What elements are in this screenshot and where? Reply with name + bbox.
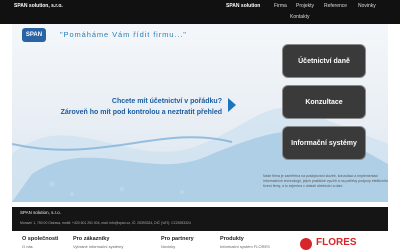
column-item-o-nas[interactable]: O nás: [22, 244, 33, 249]
span-logo[interactable]: SPAN: [22, 28, 46, 42]
headline-line-1: Chcete mít účetnictví v pořádku?: [111, 98, 222, 105]
nav-firma[interactable]: Firma: [274, 3, 287, 9]
flores-logo-text: FLORES: [316, 237, 357, 248]
footer-contact: Moravní 1, 750 00 Ostrava, mobil: +420 6…: [20, 221, 191, 225]
nav-novinky[interactable]: Novinky: [358, 3, 376, 9]
tile-ucetnictvi-dane[interactable]: Účetnictví daně: [282, 44, 366, 78]
nav-span-solution[interactable]: SPAN solution: [226, 3, 260, 9]
intro-text: Naše firma je zaměřena na poskytování sl…: [263, 174, 388, 188]
top-bar: SPAN solution, s.r.o. SPAN solution Firm…: [0, 0, 400, 24]
arrow-right-icon: [228, 98, 236, 112]
flower-icon: [300, 238, 312, 250]
tile-konzultace[interactable]: Konzultace: [282, 85, 366, 119]
nav-projekty[interactable]: Projekty: [296, 3, 314, 9]
column-item-vybrane-is[interactable]: Vybrané informační systémy: [73, 244, 123, 249]
nav-reference[interactable]: Reference: [324, 3, 347, 9]
column-title-produkty[interactable]: Produkty: [220, 236, 244, 242]
nav-kontakty[interactable]: Kontakty: [290, 14, 309, 20]
brand-name[interactable]: SPAN solution, s.r.o.: [14, 3, 63, 9]
hero-headline: Chcete mít účetnictví v pořádku? Zároveň…: [61, 96, 222, 118]
flores-logo[interactable]: FLORES: [300, 237, 390, 250]
page: SPAN solution, s.r.o. SPAN solution Firm…: [0, 0, 400, 250]
headline-line-2: Zároveň ho mít pod kontrolou a neztratit…: [60, 109, 222, 116]
tile-informacni-systemy[interactable]: Informační systémy: [282, 126, 366, 160]
column-title-pro-partnery[interactable]: Pro partnery: [161, 236, 194, 242]
footer-bar: SPAN solution, s.r.o. Moravní 1, 750 00 …: [12, 207, 388, 231]
hero-banner: SPAN "Pomáháme Vám řídit firmu..." Chcet…: [12, 24, 388, 202]
column-item-novinky[interactable]: Novinky: [161, 244, 175, 249]
column-item-flores-is[interactable]: Informační systém FLORES: [220, 244, 270, 249]
column-title-pro-zakazniky[interactable]: Pro zákazníky: [73, 236, 109, 242]
footer-company-name: SPAN solution, s.r.o.: [20, 210, 61, 215]
slogan: "Pomáháme Vám řídit firmu...": [60, 30, 187, 39]
column-title-o-spolecnosti[interactable]: O společnosti: [22, 236, 58, 242]
